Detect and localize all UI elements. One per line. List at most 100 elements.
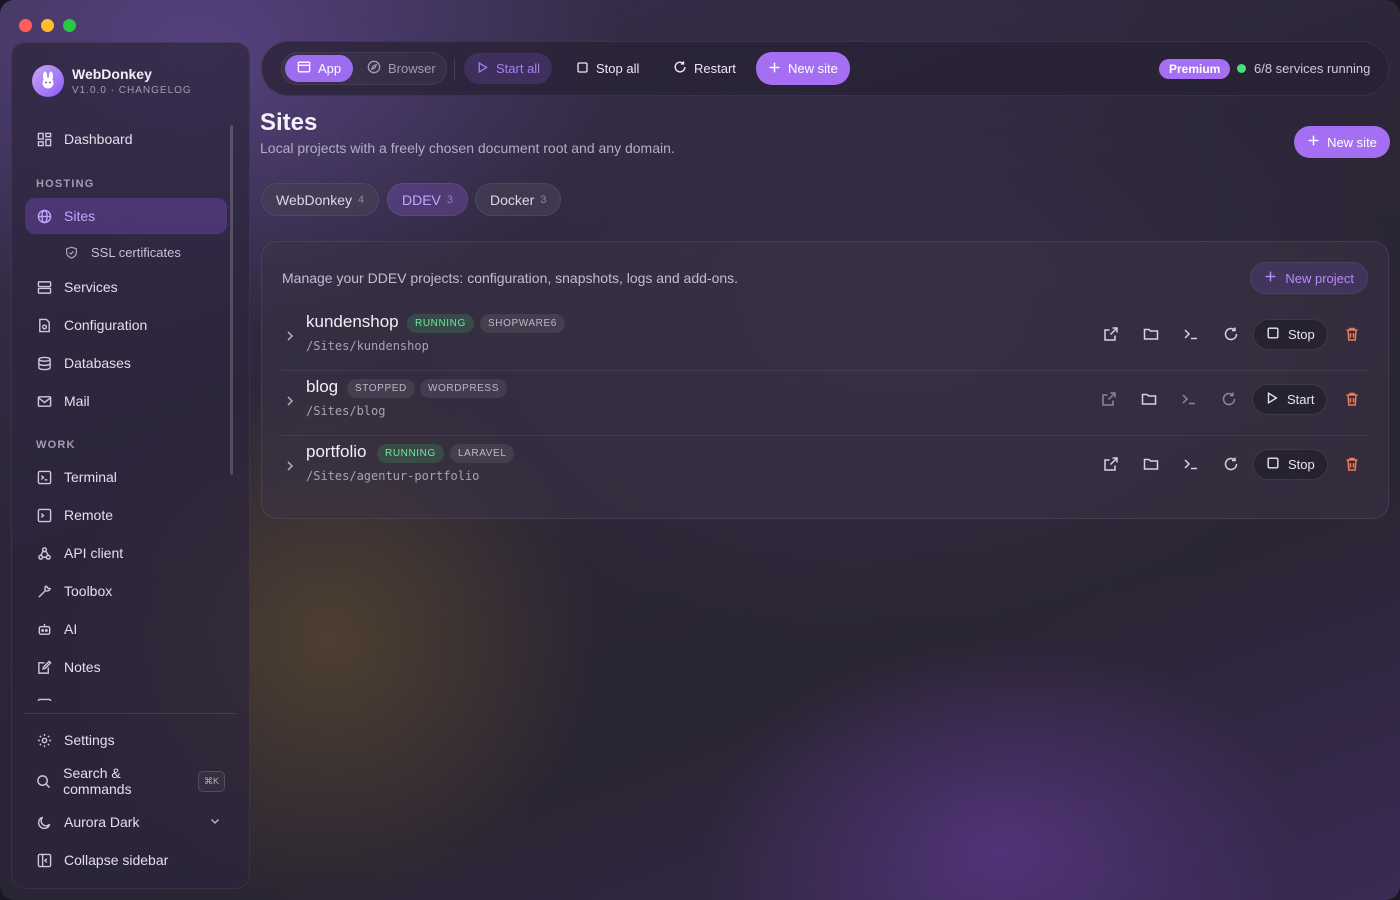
page-title: Sites (260, 109, 318, 136)
server-icon (36, 279, 52, 295)
chevron-down-icon (209, 815, 221, 830)
refresh-icon[interactable] (1217, 450, 1245, 478)
folder-icon[interactable] (1135, 385, 1163, 413)
tab-docker[interactable]: Docker 3 (475, 183, 562, 216)
sidebar-item-partial[interactable] (25, 687, 227, 701)
browser-view-button[interactable]: Browser (355, 53, 448, 84)
sidebar-item-sites[interactable]: Sites (25, 198, 227, 234)
sidebar-item-label: Mail (64, 393, 90, 409)
sidebar-item-services[interactable]: Services (25, 269, 227, 305)
sidebar-item-terminal[interactable]: Terminal (25, 459, 227, 495)
project-path: /Sites/blog (306, 404, 386, 418)
project-name[interactable]: blog (306, 377, 338, 397)
toolbar-new-site-button[interactable]: New site (756, 52, 850, 85)
external-link-icon[interactable] (1095, 385, 1123, 413)
refresh-icon[interactable] (1215, 385, 1243, 413)
sidebar-item-ai[interactable]: AI (25, 611, 227, 647)
sidebar-nav: Dashboard HOSTING Sites SSL certificates… (12, 121, 249, 701)
restart-button[interactable]: Restart (661, 53, 748, 84)
sidebar-item-notes[interactable]: Notes (25, 649, 227, 685)
webhook-icon (36, 545, 52, 561)
panel-left-icon (36, 852, 52, 868)
sidebar-item-toolbox[interactable]: Toolbox (25, 573, 227, 609)
tab-count: 4 (358, 193, 365, 206)
globe-icon (36, 208, 52, 224)
plus-icon (1307, 134, 1320, 150)
start-project-button[interactable]: Start (1252, 384, 1328, 415)
stop-project-button[interactable]: Stop (1253, 319, 1328, 350)
sidebar-item-label: Services (64, 279, 118, 295)
mail-icon (36, 393, 52, 409)
tab-ddev[interactable]: DDEV 3 (387, 183, 469, 216)
stop-icon (1266, 326, 1280, 343)
sidebar-item-label: Search & commands (63, 765, 132, 797)
chevron-right-icon[interactable] (282, 393, 298, 409)
plus-icon (768, 61, 781, 77)
folder-icon[interactable] (1137, 320, 1165, 348)
donkey-logo-icon (32, 65, 64, 97)
brand[interactable]: WebDonkey V1.0.0 · CHANGELOG (32, 65, 192, 97)
project-name[interactable]: kundenshop (306, 312, 399, 332)
sidebar-item-search[interactable]: Search & commands ⌘K (25, 763, 227, 799)
chevron-right-icon[interactable] (282, 328, 298, 344)
minimize-window-button[interactable] (41, 19, 54, 32)
sidebar-item-settings[interactable]: Settings (25, 722, 227, 758)
stop-all-label: Stop all (596, 61, 640, 76)
sidebar-item-dashboard[interactable]: Dashboard (25, 121, 227, 157)
restart-label: Restart (694, 61, 736, 76)
file-cog-icon (36, 317, 52, 333)
remote-terminal-icon (36, 507, 52, 523)
theme-selector[interactable]: Aurora Dark (25, 804, 227, 840)
section-work: WORK (36, 439, 76, 451)
premium-badge[interactable]: Premium (1159, 59, 1231, 79)
terminal-icon[interactable] (1177, 320, 1205, 348)
play-icon (1265, 391, 1279, 408)
external-link-icon[interactable] (1097, 320, 1125, 348)
sidebar-item-label: Collapse sidebar (64, 852, 169, 868)
refresh-icon[interactable] (1217, 320, 1245, 348)
external-link-icon[interactable] (1097, 450, 1125, 478)
play-icon (476, 61, 489, 77)
chevron-right-icon[interactable] (282, 458, 298, 474)
trash-icon[interactable] (1338, 320, 1366, 348)
project-name[interactable]: portfolio (306, 442, 366, 462)
sidebar-item-label: Configuration (64, 317, 148, 333)
app-name: WebDonkey (72, 66, 152, 82)
stop-all-button[interactable]: Stop all (564, 53, 651, 84)
page-subtitle: Local projects with a freely chosen docu… (260, 140, 675, 156)
folder-icon[interactable] (1137, 450, 1165, 478)
app-view-button[interactable]: App (285, 55, 354, 82)
tab-webdonkey[interactable]: WebDonkey 4 (261, 183, 380, 216)
app-version[interactable]: V1.0.0 · CHANGELOG (72, 85, 192, 96)
toolbar-divider (454, 59, 455, 80)
new-project-button[interactable]: New project (1250, 262, 1368, 294)
tab-count: 3 (446, 193, 454, 206)
sidebar-item-configuration[interactable]: Configuration (25, 307, 227, 343)
zoom-window-button[interactable] (63, 19, 76, 32)
card-description: Manage your DDEV projects: configuration… (282, 270, 739, 286)
sidebar-scrollbar[interactable] (230, 125, 233, 475)
sidebar-item-api-client[interactable]: API client (25, 535, 227, 571)
sidebar-item-ssl[interactable]: SSL certificates (25, 234, 227, 270)
sidebar-item-remote[interactable]: Remote (25, 497, 227, 533)
sidebar-item-mail[interactable]: Mail (25, 383, 227, 419)
action-label: Start (1287, 392, 1315, 407)
tab-label: Docker (490, 191, 535, 208)
stop-project-button[interactable]: Stop (1253, 449, 1328, 480)
collapse-sidebar-button[interactable]: Collapse sidebar (25, 842, 227, 878)
tab-count: 3 (540, 193, 547, 206)
new-site-button[interactable]: New site (1294, 126, 1390, 158)
type-badge: LARAVEL (450, 444, 515, 463)
close-window-button[interactable] (19, 19, 32, 32)
trash-icon[interactable] (1338, 385, 1366, 413)
trash-icon[interactable] (1338, 450, 1366, 478)
sidebar-item-databases[interactable]: Databases (25, 345, 227, 381)
sidebar-item-label: Settings (64, 732, 115, 748)
app-window: WebDonkey V1.0.0 · CHANGELOG Dashboard H… (0, 0, 1400, 900)
partial-icon (36, 697, 52, 701)
terminal-icon[interactable] (1175, 385, 1203, 413)
start-all-button[interactable]: Start all (464, 53, 553, 84)
project-row-kundenshop: kundenshop RUNNING SHOPWARE6 /Sites/kund… (282, 306, 1370, 371)
terminal-icon[interactable] (1177, 450, 1205, 478)
top-toolbar: App Browser Start all Stop all Restart N… (261, 41, 1389, 96)
